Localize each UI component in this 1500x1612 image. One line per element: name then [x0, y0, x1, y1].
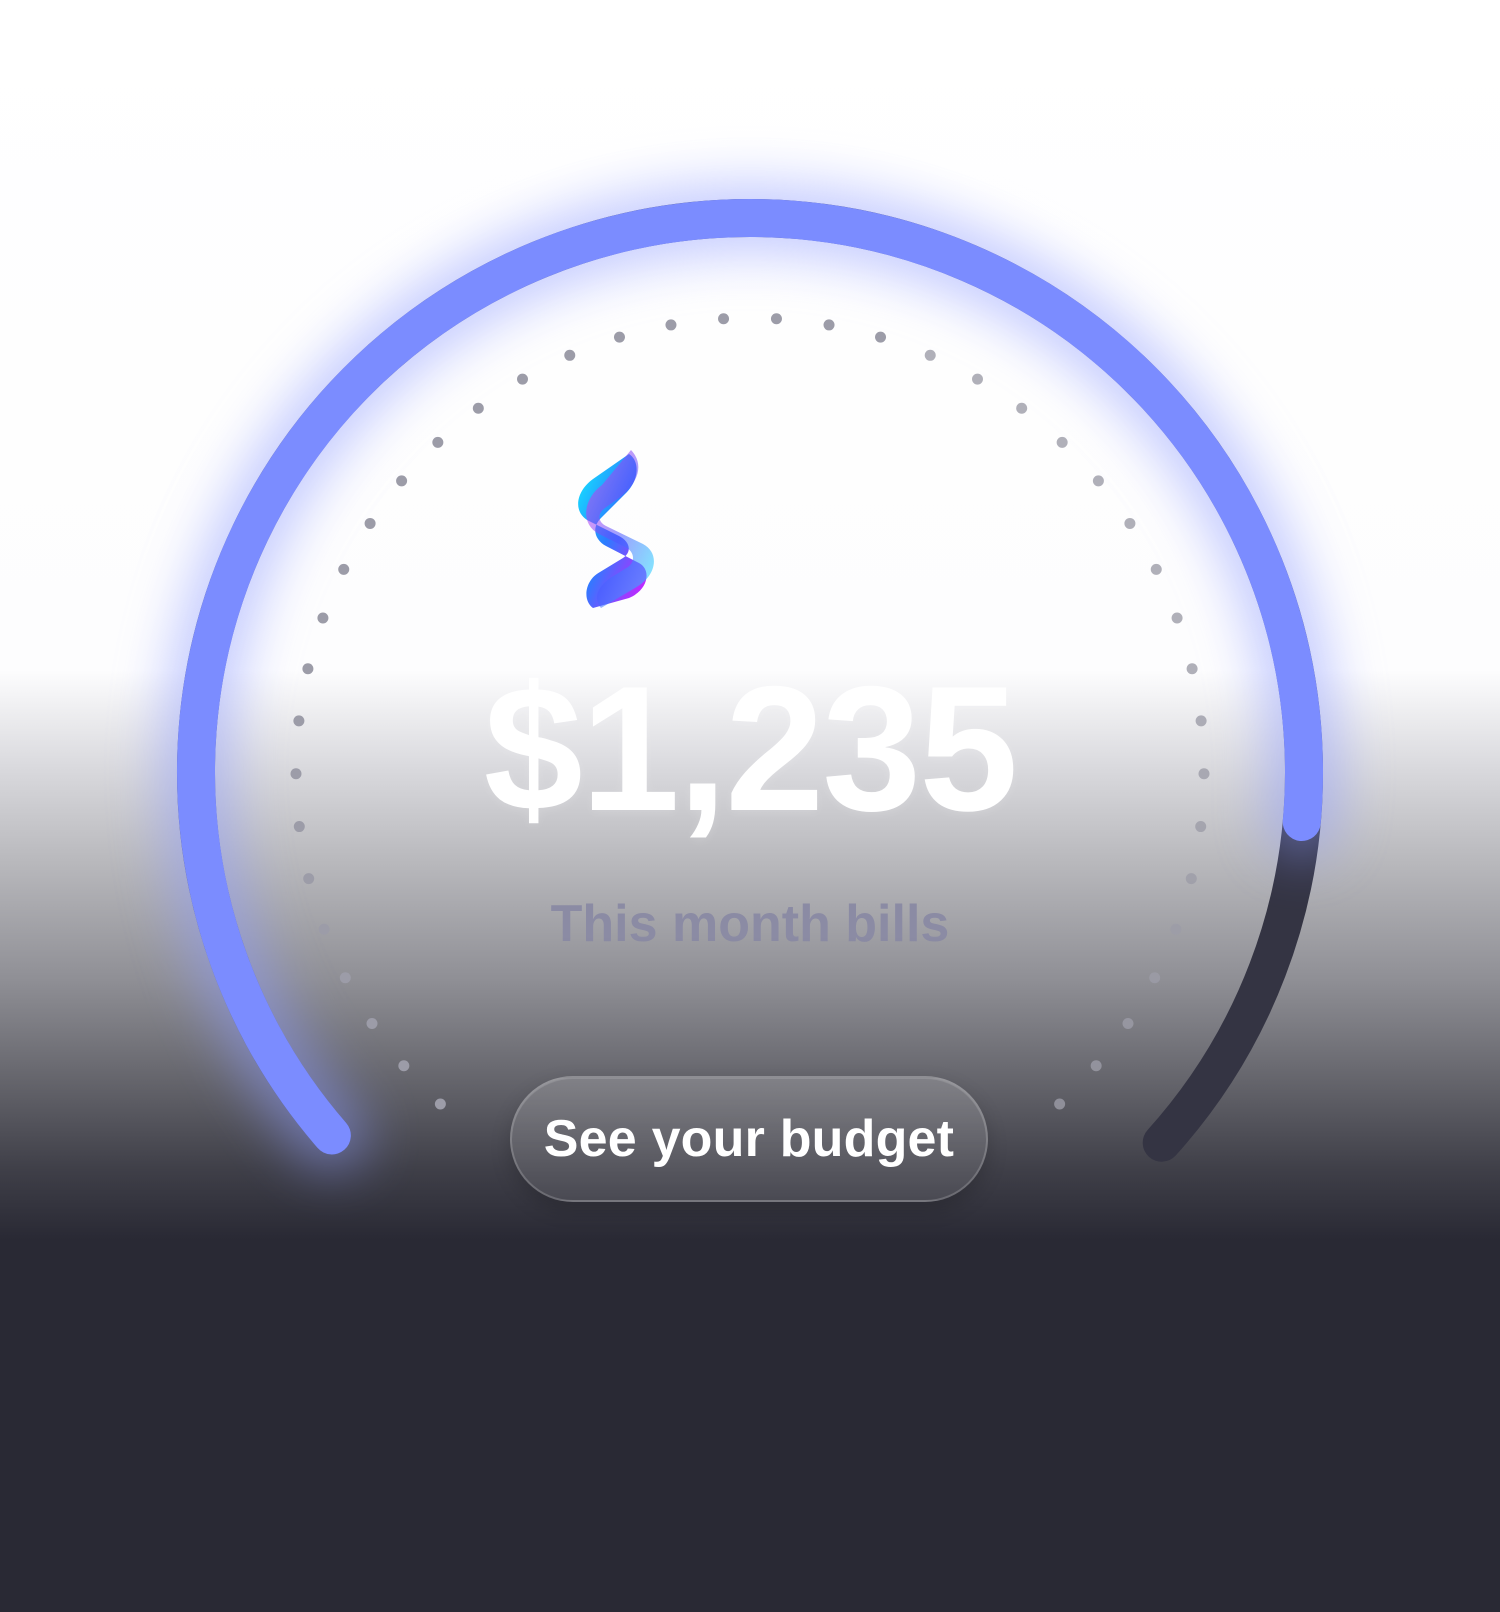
gauge-tick-dot — [1056, 436, 1068, 448]
see-your-budget-button[interactable]: See your budget — [510, 1076, 988, 1202]
gauge-tick-dot — [770, 313, 782, 325]
gauge-tick-dot — [924, 349, 936, 361]
gauge-tick-dot — [339, 972, 351, 984]
gauge-tick-dot — [1124, 517, 1136, 529]
gauge-tick-dot — [317, 612, 329, 624]
bill-amount: $1,235 — [483, 649, 1018, 848]
gauge-tick-dot — [1150, 563, 1162, 575]
bill-gauge-card: $1,235 This month bills See your budget — [0, 0, 1500, 1612]
gauge-tick-dot — [1016, 402, 1028, 414]
bill-label: This month bills — [550, 895, 950, 953]
gauge-tick-dot — [303, 873, 315, 885]
gauge-tick-dot — [432, 436, 444, 448]
gauge-tick-dot — [718, 313, 730, 325]
gauge-tick-dot — [613, 331, 625, 343]
gauge-tick-dot — [564, 349, 576, 361]
gauge-tick-dot — [366, 1017, 378, 1029]
gauge-tick-dot — [1122, 1017, 1134, 1029]
gauge-tick-dot — [396, 475, 408, 487]
gauge-tick-dot — [338, 563, 350, 575]
gauge-tick-dot — [364, 517, 376, 529]
gauge-tick-dot — [517, 373, 528, 385]
gauge-tick-dot — [434, 1098, 446, 1110]
brand-s-logo-icon — [578, 450, 654, 608]
gauge-tick-dot — [875, 331, 887, 343]
gauge-tick-dot — [1092, 475, 1104, 487]
gauge-tick-dot — [398, 1060, 410, 1072]
gauge-tick-dot — [665, 319, 677, 331]
gauge-tick-dot — [972, 373, 983, 385]
gauge-tick-dot — [1171, 612, 1183, 624]
gauge-tick-dot — [1149, 972, 1161, 984]
gauge-tick-dot — [1054, 1098, 1066, 1110]
gauge-tick-dot — [1185, 873, 1197, 885]
gauge-tick-dot — [823, 319, 835, 331]
gauge-tick-dot — [1090, 1060, 1102, 1072]
gauge-tick-dot — [472, 402, 484, 414]
see-your-budget-button-label: See your budget — [543, 1110, 955, 1168]
